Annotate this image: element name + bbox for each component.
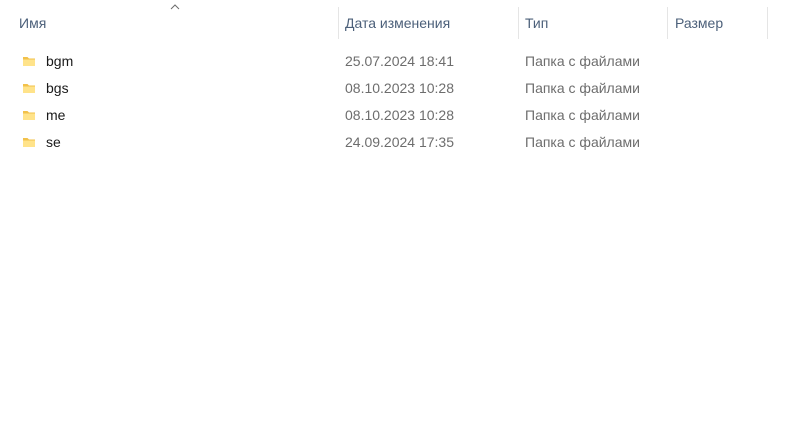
file-type: Папка с файлами: [525, 53, 640, 69]
file-row[interactable]: bgs 08.10.2023 10:28 Папка с файлами: [12, 75, 772, 102]
column-divider[interactable]: [767, 7, 768, 39]
column-header-date[interactable]: Дата изменения: [338, 7, 518, 39]
file-name: bgs: [46, 80, 69, 96]
file-date: 24.09.2024 17:35: [345, 134, 454, 150]
folder-icon: [23, 111, 35, 120]
file-name: me: [46, 107, 66, 123]
file-type: Папка с файлами: [525, 80, 640, 96]
column-header-type[interactable]: Тип: [518, 7, 668, 39]
file-name: se: [46, 134, 61, 150]
file-date: 08.10.2023 10:28: [345, 107, 454, 123]
file-list: Имя Дата изменения Тип Размер bgm 25.07.…: [0, 0, 792, 429]
file-row[interactable]: se 24.09.2024 17:35 Папка с файлами: [12, 129, 772, 156]
column-header-size[interactable]: Размер: [668, 7, 768, 39]
file-date: 25.07.2024 18:41: [345, 53, 454, 69]
file-name: bgm: [46, 53, 74, 69]
folder-icon: [23, 138, 35, 147]
column-header: Имя Дата изменения Тип Размер: [0, 0, 792, 46]
chevron-up-icon: [170, 4, 180, 10]
file-row[interactable]: bgm 25.07.2024 18:41 Папка с файлами: [12, 48, 772, 75]
folder-icon: [23, 57, 35, 66]
file-type: Папка с файлами: [525, 134, 640, 150]
folder-icon: [23, 84, 35, 93]
file-date: 08.10.2023 10:28: [345, 80, 454, 96]
file-type: Папка с файлами: [525, 107, 640, 123]
file-row[interactable]: me 08.10.2023 10:28 Папка с файлами: [12, 102, 772, 129]
